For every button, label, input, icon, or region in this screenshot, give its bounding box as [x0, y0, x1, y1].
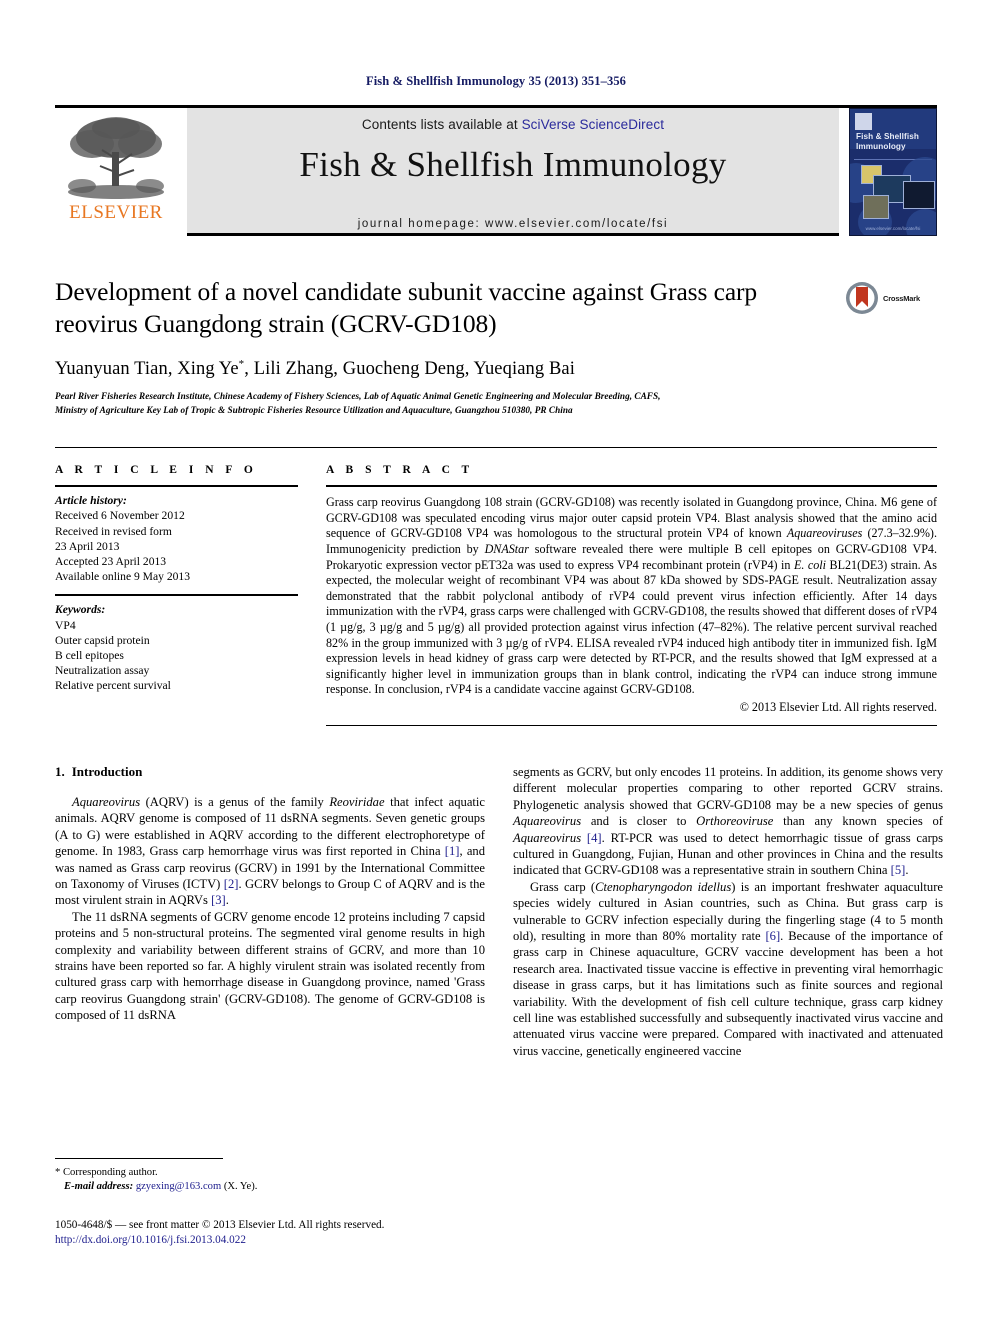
authors-main: Yuanyuan Tian, Xing Ye	[55, 359, 239, 380]
corresponding-author-note: * Corresponding author. E-mail address: …	[55, 1166, 485, 1194]
article-history-block: Article history: Received 6 November 201…	[55, 487, 298, 594]
journal-band: Contents lists available at SciVerse Sci…	[187, 108, 839, 236]
author-list: Yuanyuan Tian, Xing Ye*, Lili Zhang, Guo…	[55, 358, 937, 380]
cover-image-panel	[903, 181, 935, 209]
band-bottom-rule	[187, 233, 839, 236]
paragraph: Grass carp (Ctenopharyngodon idellus) is…	[513, 879, 944, 1058]
body-right-column: segments as GCRV, but only encodes 11 pr…	[513, 764, 943, 1059]
crossmark-label: CrossMark	[883, 293, 920, 303]
keywords-label: Keywords:	[55, 603, 106, 617]
cover-title-line1: Fish & Shellfish	[856, 132, 920, 141]
page-title: Development of a novel candidate subunit…	[55, 277, 758, 338]
keyword-item: Neutralization assay	[55, 664, 150, 678]
abstract-text: Grass carp reovirus Guangdong 108 strain…	[326, 495, 937, 697]
body-left-column: 1. Introduction Aquareovirus (AQRV) is a …	[55, 764, 485, 1059]
journal-masthead: ELSEVIER Contents lists available at Sci…	[55, 105, 937, 236]
history-item: 23 April 2013	[55, 539, 120, 553]
cover-cell-blob	[906, 209, 936, 235]
abstract-copyright: © 2013 Elsevier Ltd. All rights reserved…	[739, 699, 937, 714]
cover-title: Fish & Shellfish Immunology	[856, 132, 932, 151]
info-abstract-section: A R T I C L E I N F O Article history: R…	[55, 447, 937, 726]
affiliation-line-1: Pearl River Fisheries Research Institute…	[55, 391, 661, 402]
article-history-label: Article history:	[55, 494, 127, 508]
elsevier-tree-icon	[68, 117, 164, 199]
authors-rest: , Lili Zhang, Guocheng Deng, Yueqiang Ba…	[244, 359, 575, 380]
section-title: Introduction	[71, 763, 143, 779]
footnote-area: * Corresponding author. E-mail address: …	[55, 1158, 485, 1194]
abstract-heading: A B S T R A C T	[326, 464, 474, 477]
paragraph: segments as GCRV, but only encodes 11 pr…	[513, 764, 943, 878]
section-heading-introduction: 1. Introduction	[55, 764, 485, 780]
title-block: Development of a novel candidate subunit…	[55, 276, 937, 417]
abstract-bottom-rule	[326, 724, 937, 726]
sciencedirect-link[interactable]: SciVerse ScienceDirect	[522, 117, 665, 132]
affiliation: Pearl River Fisheries Research Institute…	[55, 390, 937, 417]
footnote-star: *	[55, 1167, 61, 1178]
elsevier-logo: ELSEVIER	[55, 108, 177, 236]
body-columns: 1. Introduction Aquareovirus (AQRV) is a …	[55, 764, 943, 1059]
keyword-item: Outer capsid protein	[55, 633, 150, 647]
crossmark-badge[interactable]: CrossMark	[845, 278, 937, 318]
history-item: Received in revised form	[55, 524, 172, 538]
affiliation-line-2: Ministry of Agriculture Key Lab of Tropi…	[55, 404, 573, 415]
keyword-item: VP4	[55, 618, 76, 632]
cover-image-panel	[863, 195, 889, 219]
history-item: Accepted 23 April 2013	[55, 554, 167, 568]
keywords-block: Keywords: VP4 Outer capsid protein B cel…	[55, 596, 298, 693]
contents-prefix: Contents lists available at	[361, 117, 522, 132]
doi-link[interactable]: http://dx.doi.org/10.1016/j.fsi.2013.04.…	[55, 1234, 246, 1246]
cover-footer-text: www.elsevier.com/locate/fsi	[865, 226, 921, 231]
journal-title: Fish & Shellfish Immunology	[299, 145, 727, 184]
abstract-column: A B S T R A C T Grass carp reovirus Guan…	[326, 464, 937, 726]
cover-publisher-logo-icon	[855, 113, 872, 130]
front-matter-line: 1050-4648/$ — see front matter © 2013 El…	[55, 1219, 385, 1231]
journal-cover-thumbnail: Fish & Shellfish Immunology www.elsevier…	[849, 108, 937, 236]
history-item: Available online 9 May 2013	[55, 570, 191, 584]
elsevier-wordmark: ELSEVIER	[69, 202, 163, 223]
contents-lists-line: Contents lists available at SciVerse Sci…	[362, 117, 664, 132]
section-number: 1.	[55, 763, 65, 779]
article-info-column: A R T I C L E I N F O Article history: R…	[55, 464, 298, 726]
paragraph: Aquareovirus (AQRV) is a genus of the fa…	[55, 794, 486, 908]
article-page: Fish & Shellfish Immunology 35 (2013) 35…	[0, 0, 992, 1323]
running-head: Fish & Shellfish Immunology 35 (2013) 35…	[365, 74, 627, 88]
colophon: 1050-4648/$ — see front matter © 2013 El…	[55, 1218, 555, 1248]
keyword-item: B cell epitopes	[55, 648, 124, 662]
crossmark-icon	[846, 282, 878, 314]
corresponding-author-text: Corresponding author.	[62, 1167, 158, 1178]
email-label: E-mail address:	[64, 1181, 134, 1192]
footnote-rule	[55, 1158, 223, 1159]
email-link[interactable]: gzyexing@163.com	[136, 1181, 221, 1192]
email-suffix: (X. Ye).	[223, 1181, 258, 1192]
keyword-item: Relative percent survival	[55, 679, 171, 693]
cover-title-line2: Immunology	[856, 141, 906, 151]
paragraph: The 11 dsRNA segments of GCRV genome enc…	[55, 909, 485, 1023]
journal-homepage-line[interactable]: journal homepage: www.elsevier.com/locat…	[187, 218, 839, 230]
history-item: Received 6 November 2012	[55, 509, 185, 523]
article-info-heading: A R T I C L E I N F O	[55, 464, 258, 477]
